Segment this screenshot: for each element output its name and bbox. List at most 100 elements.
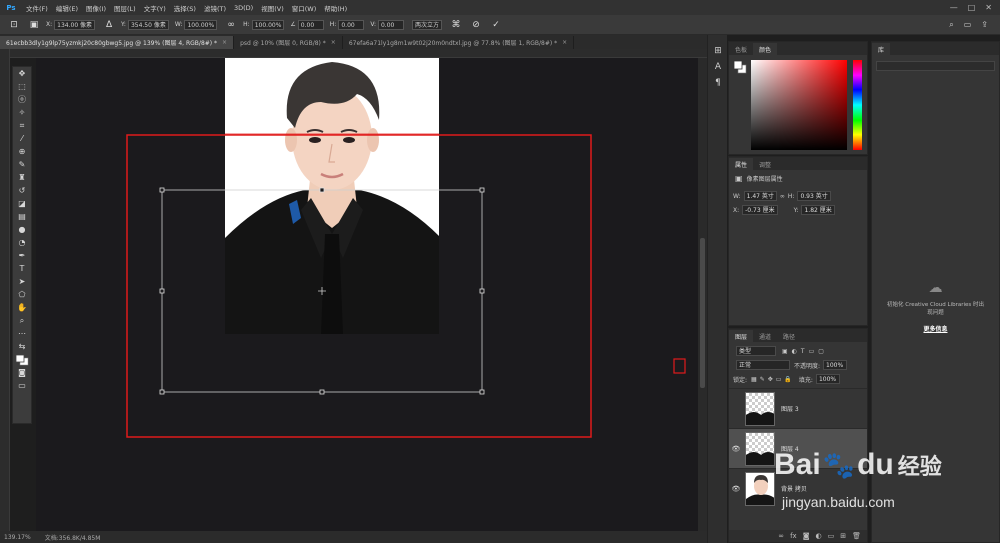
tab-properties[interactable]: 属性 — [729, 158, 754, 170]
close-button[interactable]: ✕ — [985, 3, 992, 12]
blur-tool-icon[interactable]: ● — [13, 223, 31, 236]
vskew-input[interactable]: 0.00 — [377, 19, 404, 30]
fg-bg-swatch-icon[interactable] — [733, 60, 747, 74]
opacity-input[interactable]: 100% — [823, 360, 848, 370]
close-icon[interactable]: × — [222, 39, 227, 46]
menu-3d[interactable]: 3D(D) — [230, 4, 257, 12]
zoom-level[interactable]: 139.17% — [4, 534, 31, 541]
menu-layer[interactable]: 图层(L) — [110, 3, 140, 13]
y-input[interactable]: 354.50 像素 — [127, 19, 169, 30]
quick-mask-icon[interactable]: ◙ — [13, 366, 31, 379]
menu-window[interactable]: 窗口(W) — [288, 3, 321, 13]
doc-tab-3[interactable]: 67efa6a71ly1g8m1w9t02j20m0ndtxl.jpg @ 77… — [343, 36, 575, 49]
transform-tool-icon[interactable]: ⊡ — [8, 19, 20, 31]
props-h-input[interactable]: 0.93 英寸 — [797, 191, 831, 201]
mask-icon[interactable]: ◙ — [803, 532, 810, 540]
props-y-input[interactable]: 1.82 厘米 — [801, 205, 835, 215]
layer-name[interactable]: 图层 3 — [781, 404, 799, 413]
paragraph-panel-icon[interactable]: ¶ — [708, 75, 728, 91]
character-panel-icon[interactable]: A — [708, 59, 728, 75]
menu-image[interactable]: 图像(I) — [82, 3, 110, 13]
close-icon[interactable]: × — [562, 39, 567, 46]
eye-icon[interactable]: 👁 — [729, 485, 743, 493]
search-icon[interactable]: ⌕ — [949, 20, 953, 30]
maximize-button[interactable]: □ — [968, 3, 976, 12]
gradient-tool-icon[interactable]: ▤ — [13, 210, 31, 223]
stamp-tool-icon[interactable]: ♜ — [13, 171, 31, 184]
filter-icons[interactable]: ▣◐T▭▢ — [782, 348, 828, 355]
x-input[interactable]: 134.00 像素 — [54, 19, 96, 30]
marquee-tool-icon[interactable]: ⬚ — [13, 80, 31, 93]
shape-tool-icon[interactable]: ⬠ — [13, 288, 31, 301]
move-tool-icon[interactable]: ✥ — [13, 67, 31, 80]
color-swatches-icon[interactable] — [13, 353, 31, 366]
workspace-icon[interactable]: ▭ — [964, 20, 972, 30]
link-layers-icon[interactable]: ∞ — [778, 532, 784, 540]
new-layer-icon[interactable]: ⊞ — [840, 532, 846, 540]
share-icon[interactable]: ⇪ — [981, 20, 988, 30]
healing-brush-icon[interactable]: ⊕ — [13, 145, 31, 158]
type-tool-icon[interactable]: T — [13, 262, 31, 275]
props-w-input[interactable]: 1.47 英寸 — [743, 191, 777, 201]
link-icon[interactable]: ∞ — [225, 19, 237, 31]
brush-tool-icon[interactable]: ✎ — [13, 158, 31, 171]
adjustment-icon[interactable]: ◐ — [816, 532, 822, 540]
zoom-tool-icon[interactable]: ⌕ — [13, 314, 31, 327]
reference-point-icon[interactable] — [318, 287, 326, 295]
cancel-transform-icon[interactable]: ⊘ — [470, 19, 482, 31]
hand-tool-icon[interactable]: ✋ — [13, 301, 31, 314]
interpolation-select[interactable]: 两次立方 — [411, 19, 442, 30]
menu-help[interactable]: 帮助(H) — [320, 3, 351, 13]
hskew-input[interactable]: 0.00 — [338, 19, 365, 30]
tab-paths[interactable]: 路径 — [777, 330, 801, 342]
crop-tool-icon[interactable]: ⌗ — [13, 119, 31, 132]
doc-tab-1[interactable]: 61ecbb3dly1g9lp75yzmkj20c80gbwg5.jpg @ 1… — [0, 36, 235, 49]
menu-view[interactable]: 视图(V) — [257, 3, 288, 13]
blend-mode-select[interactable]: 正常 — [736, 360, 790, 370]
ruler-horizontal[interactable] — [10, 49, 707, 58]
color-field[interactable] — [751, 60, 847, 150]
eye-icon[interactable]: 👁 — [729, 445, 743, 453]
screen-mode-icon[interactable]: ▭ — [13, 379, 31, 392]
tab-adjustments[interactable]: 调整 — [753, 158, 777, 170]
layer-row-3[interactable]: 图层 3 — [729, 388, 867, 428]
eyedropper-icon[interactable]: ⁄ — [13, 132, 31, 145]
tab-color[interactable]: 颜色 — [753, 43, 778, 55]
path-select-icon[interactable]: ➤ — [13, 275, 31, 288]
angle-input[interactable]: 0.00 — [297, 19, 324, 30]
menu-filter[interactable]: 滤镜(T) — [200, 3, 230, 13]
library-select[interactable] — [876, 61, 995, 71]
props-x-input[interactable]: -0.73 厘米 — [742, 205, 778, 215]
reference-point-icon[interactable]: ▣ — [28, 19, 40, 31]
link-icon[interactable]: ∞ — [780, 193, 785, 200]
doc-tab-2[interactable]: psd @ 10% (图层 0, RGB/8) * × — [234, 36, 343, 49]
warp-icon[interactable]: ⌘ — [450, 19, 462, 31]
w-input[interactable]: 100.00% — [184, 19, 218, 30]
eraser-tool-icon[interactable]: ◪ — [13, 197, 31, 210]
layer-filter-select[interactable]: 类型 — [736, 346, 776, 356]
lock-icons[interactable]: ▦✎✥▭🔒 — [751, 376, 795, 383]
history-panel-icon[interactable]: ⊞ — [708, 43, 728, 59]
commit-transform-icon[interactable]: ✓ — [490, 19, 502, 31]
more-info-link[interactable]: 更多信息 — [872, 324, 999, 333]
dodge-tool-icon[interactable]: ◔ — [13, 236, 31, 249]
trash-icon[interactable]: 🗑 — [852, 532, 861, 540]
menu-edit[interactable]: 编辑(E) — [52, 3, 82, 13]
close-icon[interactable]: × — [331, 39, 336, 46]
magic-wand-icon[interactable]: ✧ — [13, 106, 31, 119]
more-tools-icon[interactable]: ⋯ — [13, 327, 31, 340]
tab-swatches[interactable]: 色板 — [729, 43, 753, 55]
tab-layers[interactable]: 图层 — [729, 330, 754, 342]
fx-icon[interactable]: fx — [790, 532, 797, 540]
menu-file[interactable]: 文件(F) — [22, 3, 52, 13]
menu-type[interactable]: 文字(Y) — [140, 3, 170, 13]
h-input[interactable]: 100.00% — [251, 19, 285, 30]
hue-slider[interactable] — [853, 60, 862, 150]
pen-tool-icon[interactable]: ✒ — [13, 249, 31, 262]
menu-select[interactable]: 选择(S) — [170, 3, 200, 13]
swap-colors-icon[interactable]: ⇆ — [13, 340, 31, 353]
canvas-scrollbar[interactable] — [698, 58, 707, 531]
history-brush-icon[interactable]: ↺ — [13, 184, 31, 197]
canvas-area[interactable] — [36, 58, 698, 531]
folder-icon[interactable]: ▭ — [828, 532, 835, 540]
